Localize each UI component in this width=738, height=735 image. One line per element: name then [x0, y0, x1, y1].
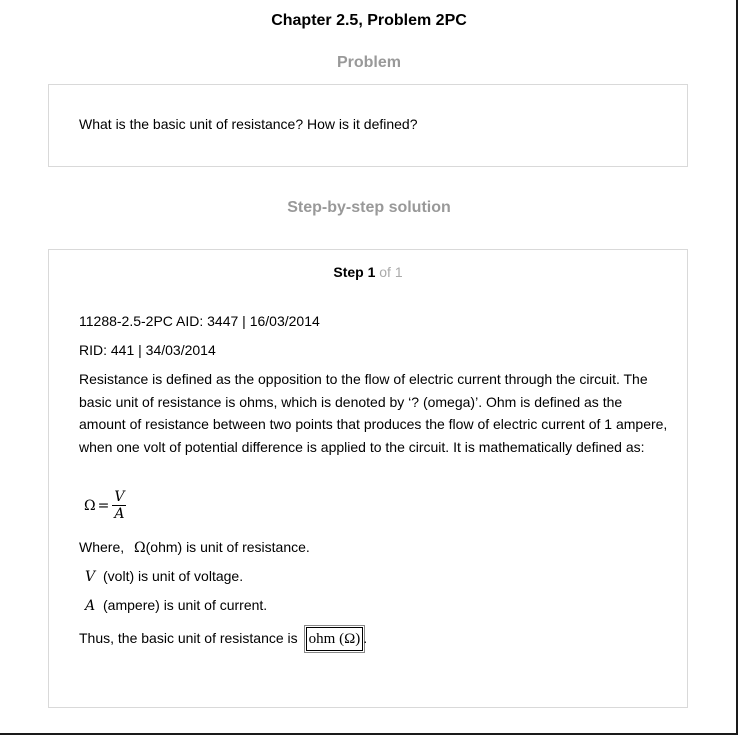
formula-fraction: V A	[112, 489, 127, 522]
solution-paragraph: Resistance is defined as the opposition …	[79, 371, 668, 455]
problem-text: What is the basic unit of resistance? Ho…	[79, 116, 418, 132]
volt-symbol: V	[85, 569, 96, 585]
step-indicator: Step 1 of 1	[49, 264, 687, 280]
formula-equals: =	[97, 497, 110, 514]
meta-line-aid: 11288-2.5-2PC AID: 3447 | 16/03/2014	[79, 313, 320, 329]
conclusion-line: Thus, the basic unit of resistance is ohm…	[79, 627, 368, 652]
volt-description: (volt) is unit of voltage.	[103, 568, 244, 584]
where-prefix: Where,	[79, 539, 125, 555]
meta-line-rid: RID: 441 | 34/03/2014	[79, 342, 216, 358]
formula-lhs: Ω	[84, 497, 96, 514]
chapter-title: Chapter 2.5, Problem 2PC	[271, 12, 467, 29]
ampere-line: A (ampere) is unit of current.	[85, 594, 267, 618]
where-ohm-line: Where, Ω(ohm) is unit of resistance.	[79, 536, 310, 560]
solution-heading: Step-by-step solution	[287, 199, 451, 216]
ohm-description: (ohm) is unit of resistance.	[145, 539, 310, 555]
problem-heading: Problem	[336, 54, 401, 71]
conclusion-prefix: Thus, the basic unit of resistance is	[79, 630, 298, 646]
formula-numerator: V	[114, 489, 125, 505]
volt-line: V (volt) is unit of voltage.	[85, 565, 243, 589]
ampere-description: (ampere) is unit of current.	[103, 597, 268, 613]
answer-box: ohm (Ω)	[305, 627, 364, 652]
step-of-label: of 1	[379, 264, 403, 280]
solution-box: Step 1 of 1 11288-2.5-2PC AID: 3447 | 16…	[48, 249, 688, 708]
step-label: Step 1	[333, 264, 376, 280]
problem-box: What is the basic unit of resistance? Ho…	[48, 84, 688, 167]
formula-denominator: A	[114, 506, 125, 522]
ampere-symbol: A	[85, 598, 96, 614]
ohm-symbol: Ω	[134, 540, 146, 556]
ohm-formula: Ω = V A	[84, 489, 127, 522]
conclusion-suffix: .	[363, 630, 368, 646]
